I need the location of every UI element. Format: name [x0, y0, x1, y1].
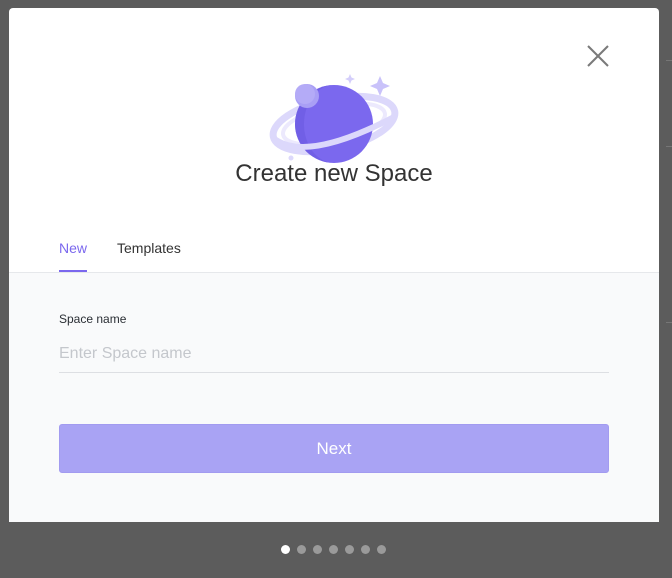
page-dot[interactable] — [345, 545, 354, 554]
page-dot[interactable] — [377, 545, 386, 554]
background-divider — [666, 322, 672, 323]
background-divider — [666, 60, 672, 61]
dialog-title: Create new Space — [235, 160, 433, 187]
space-name-input[interactable] — [59, 335, 609, 373]
background-divider — [666, 146, 672, 147]
page-dot[interactable] — [329, 545, 338, 554]
page-dot[interactable] — [297, 545, 306, 554]
space-name-label: Space name — [59, 312, 127, 326]
create-space-dialog: Create new Space New Templates Space nam… — [9, 8, 659, 522]
form-panel: Space name Next — [9, 272, 659, 522]
next-button[interactable]: Next — [59, 424, 609, 473]
page-dot[interactable] — [281, 545, 290, 554]
pagination-dots — [281, 545, 386, 554]
page-dot[interactable] — [361, 545, 370, 554]
close-icon — [587, 45, 609, 67]
tab-new[interactable]: New — [59, 240, 88, 272]
close-button[interactable] — [585, 43, 611, 69]
tab-templates[interactable]: Templates — [117, 240, 181, 272]
page-dot[interactable] — [313, 545, 322, 554]
tab-bar: New Templates — [59, 240, 211, 272]
